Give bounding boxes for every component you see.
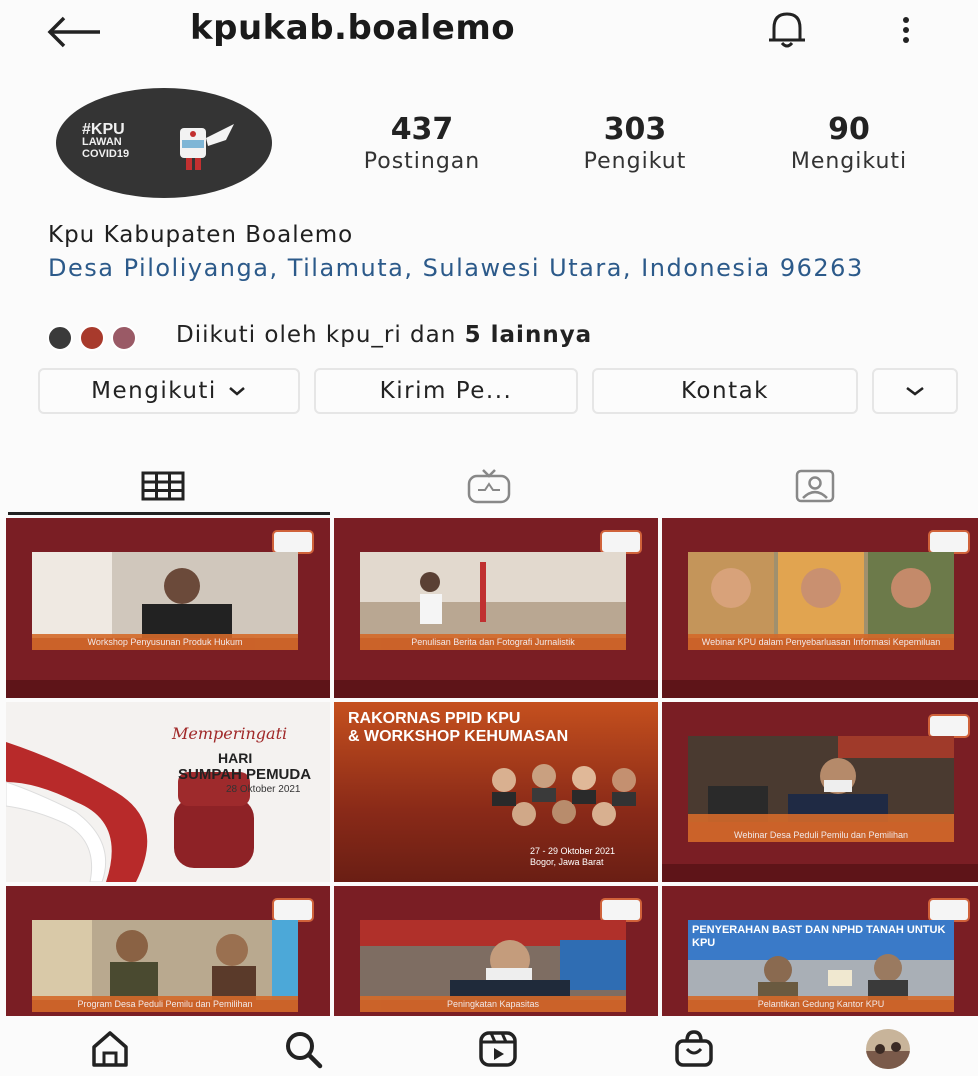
igtv-icon xyxy=(467,469,511,504)
post-caption: Webinar Desa Peduli Pemilu dan Pemilihan xyxy=(734,830,908,840)
post-photo xyxy=(688,736,954,822)
tagged-icon xyxy=(795,469,835,503)
speakers-photo xyxy=(492,764,636,826)
posts-grid: Workshop Penyusunan Produk Hukum Penulis… xyxy=(6,518,978,1016)
multi-image-icon xyxy=(272,530,314,554)
post-title-line: HARI xyxy=(218,750,253,766)
message-button[interactable]: Kirim Pe... xyxy=(314,368,578,414)
profile-avatar[interactable]: #KPU LAWAN COVID19 xyxy=(56,88,272,198)
profile-tabs xyxy=(0,458,978,515)
multi-image-icon xyxy=(600,530,642,554)
post-photo xyxy=(32,552,298,638)
following-button[interactable]: Mengikuti xyxy=(38,368,300,414)
post-place: Bogor, Jawa Barat xyxy=(530,857,604,867)
nav-home[interactable] xyxy=(80,1028,140,1070)
post-caption: Workshop Penyusunan Produk Hukum xyxy=(87,637,243,647)
post-date: 28 Oktober 2021 xyxy=(226,784,301,795)
followed-by-text: Diikuti oleh kpu_ri dan 5 lainnya xyxy=(176,322,593,348)
avatar-logo-text: #KPU LAWAN COVID19 xyxy=(82,121,130,161)
post-date: 27 - 29 Oktober 2021 xyxy=(530,846,616,856)
post-title-script: Memperingati xyxy=(172,724,288,743)
message-button-label: Kirim Pe... xyxy=(379,378,513,404)
profile-location-link[interactable]: Desa Piloliyanga, Tilamuta, Sulawesi Uta… xyxy=(48,252,958,284)
nav-reels[interactable] xyxy=(468,1028,528,1070)
post-photo xyxy=(360,552,626,638)
home-icon xyxy=(92,1031,128,1067)
post-title-main: SUMPAH PEMUDA xyxy=(178,766,312,783)
stat-followers-value: 303 xyxy=(603,112,667,147)
post-caption: Penulisan Berita dan Fotografi Jurnalist… xyxy=(411,637,575,647)
suggested-accounts-button[interactable] xyxy=(872,368,958,414)
followed-by-count: 5 lainnya xyxy=(464,322,593,348)
profile-username: kpukab.boalemo xyxy=(190,8,516,48)
active-tab-indicator xyxy=(8,512,330,515)
stat-posts-label: Postingan xyxy=(363,149,481,174)
post-thumbnail[interactable]: Webinar Desa Peduli Pemilu dan Pemilihan xyxy=(662,702,978,882)
contact-button[interactable]: Kontak xyxy=(592,368,858,414)
stat-followers-label: Pengikut xyxy=(583,149,687,174)
grid-icon xyxy=(141,471,185,501)
top-bar: kpukab.boalemo xyxy=(0,0,978,62)
chevron-down-icon xyxy=(906,387,924,396)
post-banner-text: PENYERAHAN BAST DAN NPHD TANAH UNTUK KPU xyxy=(692,924,946,949)
post-caption: Peningkatan Kapasitas xyxy=(446,999,540,1009)
search-icon xyxy=(286,1032,323,1069)
post-thumbnail[interactable]: Peningkatan Kapasitas xyxy=(334,886,658,1016)
post-thumbnail[interactable]: Memperingati HARI SUMPAH PEMUDA 28 Oktob… xyxy=(6,702,330,882)
shop-icon xyxy=(675,1030,713,1067)
chevron-down-icon xyxy=(229,387,245,396)
post-title-line: & WORKSHOP KEHUMASAN xyxy=(348,728,569,745)
nav-search[interactable] xyxy=(274,1028,334,1070)
multi-image-icon xyxy=(928,530,970,554)
stat-following[interactable]: 90 Mengikuti xyxy=(764,112,934,174)
contact-button-label: Kontak xyxy=(680,378,770,404)
reels-icon xyxy=(479,1031,517,1067)
more-vertical-icon[interactable] xyxy=(894,12,918,48)
nav-profile[interactable] xyxy=(858,1028,918,1070)
post-thumbnail[interactable]: Webinar KPU dalam Penyebarluasan Informa… xyxy=(662,518,978,698)
stat-followers[interactable]: 303 Pengikut xyxy=(560,112,710,174)
multi-image-icon xyxy=(928,898,970,922)
tab-tagged[interactable] xyxy=(652,458,978,514)
multi-image-icon xyxy=(600,898,642,922)
bottom-navigation xyxy=(0,1016,978,1076)
multi-image-icon xyxy=(272,898,314,922)
post-caption: Pelantikan Gedung Kantor KPU xyxy=(757,999,885,1009)
post-photo xyxy=(32,920,298,1000)
following-button-label: Mengikuti xyxy=(91,378,217,404)
post-thumbnail[interactable]: PENYERAHAN BAST DAN NPHD TANAH UNTUK KPU… xyxy=(662,886,978,1016)
stat-following-value: 90 xyxy=(828,112,870,147)
stat-following-label: Mengikuti xyxy=(790,149,908,174)
post-thumbnail[interactable]: Workshop Penyusunan Produk Hukum xyxy=(6,518,330,698)
post-photo xyxy=(688,552,954,638)
post-thumbnail[interactable]: RAKORNAS PPID KPU & WORKSHOP KEHUMASAN 2… xyxy=(334,702,658,882)
post-title-line: RAKORNAS PPID KPU xyxy=(348,710,521,727)
post-caption: Program Desa Peduli Pemilu dan Pemilihan xyxy=(77,999,253,1009)
post-photo xyxy=(360,920,626,1000)
tab-posts-grid[interactable] xyxy=(0,458,326,514)
arrow-left-icon[interactable] xyxy=(44,14,104,50)
profile-avatar xyxy=(866,1029,910,1069)
stat-posts[interactable]: 437 Postingan xyxy=(340,112,504,174)
mascot-icon xyxy=(180,124,234,170)
post-thumbnail[interactable]: Program Desa Peduli Pemilu dan Pemilihan xyxy=(6,886,330,1016)
post-caption: Webinar KPU dalam Penyebarluasan Informa… xyxy=(701,637,941,647)
stat-posts-value: 437 xyxy=(390,112,454,147)
tab-igtv[interactable] xyxy=(326,458,652,514)
multi-image-icon xyxy=(928,714,970,738)
mutual-followers-avatars xyxy=(47,325,137,351)
nav-shop[interactable] xyxy=(664,1028,724,1070)
bell-icon[interactable] xyxy=(762,10,812,50)
profile-display-name: Kpu Kabupaten Boalemo xyxy=(48,222,354,248)
post-thumbnail[interactable]: Penulisan Berita dan Fotografi Jurnalist… xyxy=(334,518,658,698)
